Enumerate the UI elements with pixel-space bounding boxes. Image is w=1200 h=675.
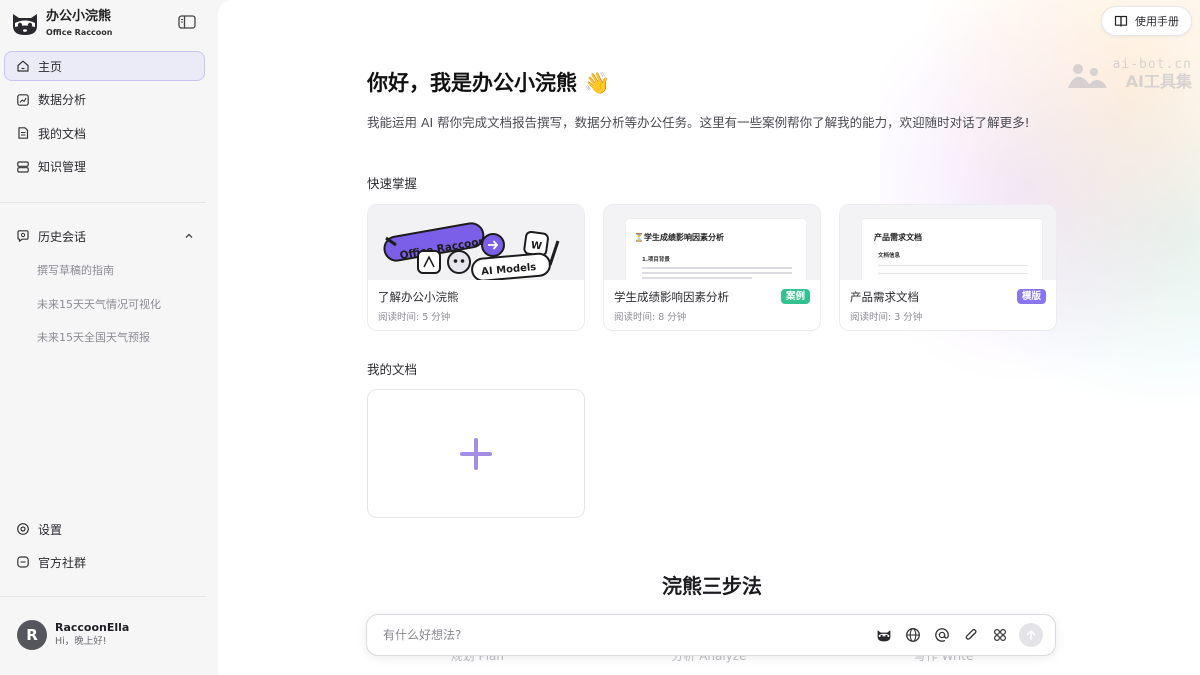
- brand-title: 办公小浣熊: [46, 8, 112, 24]
- card-title: 学生成绩影响因素分析: [614, 290, 729, 304]
- card-thumbnail: 产品需求文档 文档信息: [840, 205, 1056, 280]
- raccoon-icon: [877, 630, 891, 642]
- sidebar-item-label: 设置: [38, 522, 63, 537]
- home-icon: [17, 60, 29, 72]
- main-panel: 使用手册 ai-bot.cn AI工具集 你好，我是办公小浣熊 👋 我能运用 A…: [218, 0, 1200, 675]
- web-search-button[interactable]: [903, 625, 923, 645]
- history-toggle[interactable]: 历史会话: [4, 222, 194, 250]
- chevron-up-icon[interactable]: [184, 231, 194, 241]
- document-preview: ⏳学生成绩影响因素分析 1.项目背景: [626, 219, 806, 280]
- user-greeting: Hi，晚上好!: [55, 636, 107, 647]
- sidebar-item-community[interactable]: 官方社群: [4, 547, 205, 577]
- new-document-button[interactable]: [367, 389, 585, 518]
- watermark-logo-icon: [1067, 64, 1107, 88]
- brand-subtitle: Office Raccoon: [46, 27, 113, 37]
- sidebar-item-label: 主页: [38, 59, 63, 74]
- preview-line: [642, 277, 752, 279]
- chat-history-icon: [17, 230, 29, 242]
- preview-title: 产品需求文档: [874, 233, 922, 242]
- card-title: 了解办公小浣熊: [378, 290, 459, 304]
- mention-button[interactable]: [932, 625, 952, 645]
- quick-card-about[interactable]: Office Raccoon W AI Models 了解办公小浣熊 阅读时间:…: [367, 204, 585, 331]
- main-nav: 主页 数据分析 我的文档 知识管理: [4, 51, 205, 185]
- sidebar-item-home[interactable]: 主页: [4, 51, 205, 81]
- at-icon: [935, 628, 949, 642]
- svg-text:W: W: [530, 240, 542, 252]
- chat-bar: [366, 614, 1056, 656]
- watermark: ai-bot.cn AI工具集: [1065, 58, 1192, 92]
- preview-table-line: [878, 273, 1028, 274]
- bottom-nav: 设置 官方社群: [4, 514, 205, 580]
- chart-icon: [17, 93, 29, 106]
- database-icon: [17, 160, 29, 173]
- sidebar-item-settings[interactable]: 设置: [4, 514, 205, 544]
- preview-subtitle: 文档信息: [878, 253, 901, 259]
- document-preview: 产品需求文档 文档信息: [862, 219, 1042, 280]
- sidebar-item-label: 官方社群: [38, 555, 87, 570]
- sidebar-item-label: 知识管理: [38, 160, 87, 174]
- template-badge: 模版: [1016, 289, 1046, 304]
- history-item[interactable]: 未来15天天气情况可视化: [37, 294, 161, 328]
- quick-card-prd[interactable]: 产品需求文档 文档信息 产品需求文档 模版 阅读时间: 3 分钟: [839, 204, 1057, 331]
- preview-subtitle: 1.项目背景: [642, 257, 670, 263]
- user-manual-label: 使用手册: [1135, 15, 1179, 28]
- user-name: RaccoonElla: [55, 621, 130, 634]
- preview-line: [642, 272, 792, 274]
- sidebar-item-label: 数据分析: [38, 93, 87, 107]
- card-title: 产品需求文档: [850, 290, 919, 304]
- history-list: 撰写草稿的指南 未来15天天气情况可视化 未来15天全国天气预报: [37, 260, 161, 361]
- card-read-time: 阅读时间: 5 分钟: [378, 312, 451, 323]
- steps-title: 浣熊三步法: [662, 574, 762, 598]
- plus-icon: [460, 437, 492, 470]
- raccoon-mode-button[interactable]: [874, 625, 894, 645]
- sidebar-item-my-documents[interactable]: 我的文档: [4, 118, 205, 148]
- chat-toolbar: [874, 623, 1055, 647]
- history-item[interactable]: 未来15天全国天气预报: [37, 327, 161, 361]
- history-label: 历史会话: [38, 229, 87, 244]
- quick-start-title: 快速掌握: [367, 176, 418, 191]
- chat-input[interactable]: [367, 615, 874, 655]
- card-thumbnail: Office Raccoon W AI Models: [368, 205, 584, 280]
- book-icon: [1114, 15, 1128, 27]
- case-badge: 案例: [780, 289, 810, 304]
- sidebar: 办公小浣熊 Office Raccoon 主页 数据分析 我的文档 知识管理 历…: [0, 0, 212, 675]
- community-icon: [17, 556, 29, 568]
- document-icon: [18, 127, 29, 139]
- plugins-button[interactable]: [990, 625, 1010, 645]
- quick-card-student-analysis[interactable]: ⏳学生成绩影响因素分析 1.项目背景 学生成绩影响因素分析 案例 阅读时间: 8…: [603, 204, 821, 331]
- attach-button[interactable]: [961, 625, 981, 645]
- paperclip-icon: [965, 628, 977, 640]
- sidebar-item-label: 我的文档: [38, 126, 87, 141]
- globe-icon: [906, 628, 920, 642]
- sidebar-toggle-icon[interactable]: [178, 15, 196, 29]
- history-item[interactable]: 撰写草稿的指南: [37, 260, 161, 294]
- sidebar-divider: [0, 202, 206, 203]
- sidebar-item-knowledge[interactable]: 知识管理: [4, 152, 205, 182]
- card-read-time: 阅读时间: 8 分钟: [614, 312, 687, 323]
- avatar: R: [17, 620, 47, 650]
- preview-line: [642, 267, 792, 269]
- user-profile[interactable]: R RaccoonElla Hi，晚上好!: [17, 620, 129, 650]
- arrow-up-icon: [1026, 629, 1036, 640]
- intro-text: 我能运用 AI 帮你完成文档报告撰写，数据分析等办公任务。这里有一些案例帮你了解…: [367, 115, 1030, 130]
- watermark-line-2: AI工具集: [1125, 72, 1192, 91]
- preview-table-line: [878, 265, 1028, 266]
- watermark-line-1: ai-bot.cn: [1112, 57, 1192, 72]
- card-read-time: 阅读时间: 3 分钟: [850, 312, 923, 323]
- office-raccoon-illustration: Office Raccoon W AI Models: [368, 205, 584, 280]
- plugin-icon: [993, 628, 1007, 642]
- page-title: 你好，我是办公小浣熊 👋: [367, 71, 611, 95]
- send-button[interactable]: [1019, 623, 1043, 647]
- preview-title: ⏳学生成绩影响因素分析: [634, 233, 724, 242]
- user-manual-button[interactable]: 使用手册: [1101, 6, 1192, 36]
- sidebar-item-data-analysis[interactable]: 数据分析: [4, 85, 205, 115]
- card-thumbnail: ⏳学生成绩影响因素分析 1.项目背景: [604, 205, 820, 280]
- brand[interactable]: 办公小浣熊 Office Raccoon: [10, 8, 112, 38]
- gear-icon: [17, 523, 29, 535]
- my-documents-title: 我的文档: [367, 362, 418, 377]
- raccoon-logo-icon: [13, 14, 37, 35]
- sidebar-divider: [0, 596, 206, 597]
